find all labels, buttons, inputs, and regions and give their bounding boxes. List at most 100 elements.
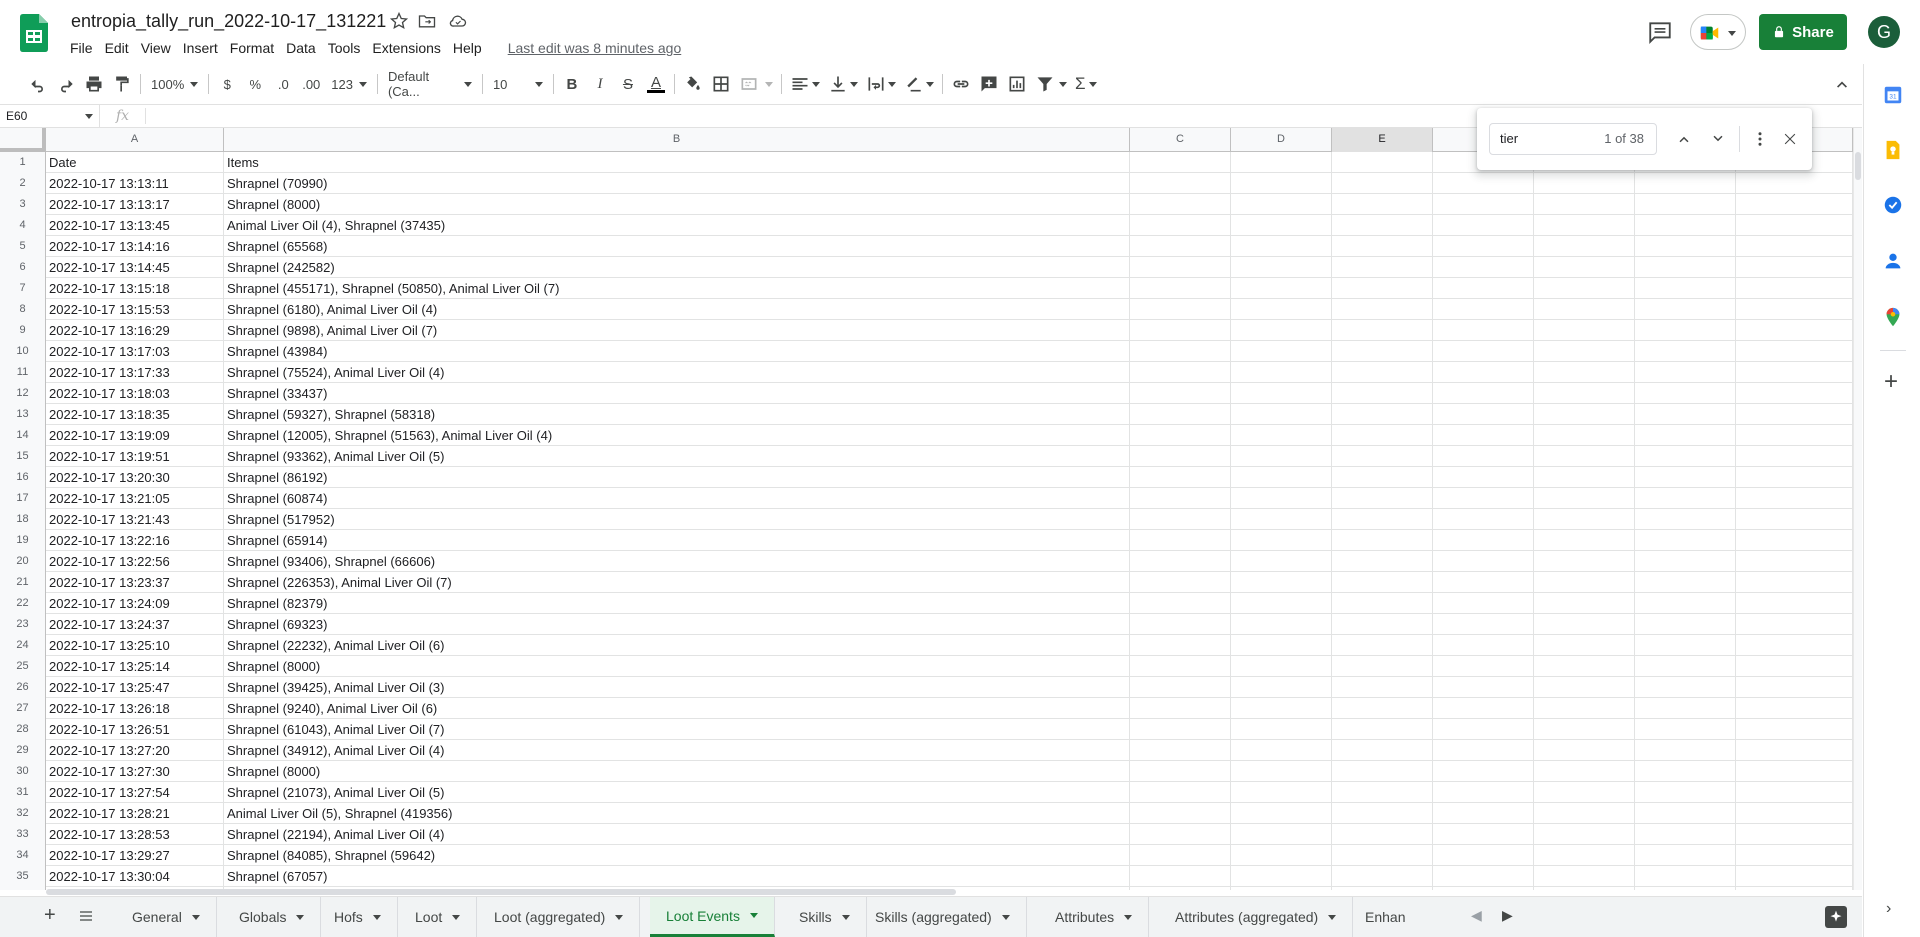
fill-color-button[interactable] [679, 70, 707, 98]
scroll-tabs-right-button[interactable]: ▶ [1502, 907, 1513, 924]
cell-date[interactable]: 2022-10-17 13:29:27 [46, 845, 224, 866]
cell-date[interactable]: 2022-10-17 13:16:29 [46, 320, 224, 341]
cell-items[interactable]: Shrapnel (39425), Animal Liver Oil (3) [224, 677, 1130, 698]
get-addons-button[interactable]: + [1884, 370, 1898, 394]
horizontal-scroll-thumb[interactable] [46, 889, 956, 895]
chevron-down-icon[interactable] [296, 914, 305, 920]
row-header[interactable]: 11 [0, 362, 46, 383]
borders-button[interactable] [707, 70, 735, 98]
column-header-a[interactable]: A [46, 128, 224, 152]
contacts-icon[interactable] [1882, 250, 1904, 272]
cell-date[interactable]: 2022-10-17 13:24:37 [46, 614, 224, 635]
chevron-down-icon[interactable] [1124, 914, 1133, 920]
cell-items[interactable]: Shrapnel (8000) [224, 656, 1130, 677]
cell-date[interactable]: 2022-10-17 13:25:14 [46, 656, 224, 677]
row-header[interactable]: 5 [0, 236, 46, 257]
find-input[interactable]: tier 1 of 38 [1489, 123, 1657, 155]
horizontal-align-button[interactable] [786, 70, 824, 98]
cell-date[interactable]: 2022-10-17 13:22:56 [46, 551, 224, 572]
cell-date[interactable]: 2022-10-17 13:17:03 [46, 341, 224, 362]
functions-button[interactable]: Σ [1071, 70, 1102, 98]
tasks-icon[interactable] [1882, 194, 1904, 216]
insert-comment-button[interactable] [975, 70, 1003, 98]
cell-date[interactable]: 2022-10-17 13:20:30 [46, 467, 224, 488]
row-header[interactable]: 6 [0, 257, 46, 278]
sheet-tab-attributes-aggregated[interactable]: Attributes (aggregated) [1159, 897, 1354, 937]
cell-items[interactable]: Shrapnel (61043), Animal Liver Oil (7) [224, 719, 1130, 740]
cell-items[interactable]: Shrapnel (242582) [224, 257, 1130, 278]
row-header[interactable]: 10 [0, 341, 46, 362]
menu-tools[interactable]: Tools [322, 38, 367, 60]
cell-items[interactable]: Shrapnel (65568) [224, 236, 1130, 257]
cell-items[interactable]: Items [224, 152, 1130, 173]
scroll-tabs-left-button[interactable]: ◀ [1471, 907, 1482, 924]
cell-items[interactable]: Animal Liver Oil (4), Shrapnel (37435) [224, 215, 1130, 236]
chevron-down-icon[interactable] [749, 913, 758, 918]
row-header[interactable]: 32 [0, 803, 46, 824]
cell-date[interactable]: 2022-10-17 13:19:51 [46, 446, 224, 467]
row-header[interactable]: 12 [0, 383, 46, 404]
last-edit-link[interactable]: Last edit was 8 minutes ago [502, 38, 688, 60]
comments-icon[interactable] [1647, 19, 1673, 45]
cell-items[interactable]: Shrapnel (70990) [224, 173, 1130, 194]
cell-date[interactable]: 2022-10-17 13:13:17 [46, 194, 224, 215]
cell-date[interactable]: 2022-10-17 13:21:05 [46, 488, 224, 509]
account-avatar[interactable]: G [1868, 16, 1900, 48]
select-all-corner[interactable] [0, 128, 46, 152]
sheet-tab-globals[interactable]: Globals [223, 897, 322, 937]
increase-decimal-button[interactable]: .00 [297, 70, 325, 98]
find-more-options-button[interactable] [1748, 127, 1772, 151]
percent-format-button[interactable]: % [241, 70, 269, 98]
sheets-logo-icon[interactable] [20, 14, 48, 52]
row-header[interactable]: 13 [0, 404, 46, 425]
cell-items[interactable]: Shrapnel (86192) [224, 467, 1130, 488]
move-folder-icon[interactable] [417, 11, 437, 31]
text-rotation-button[interactable] [900, 70, 938, 98]
chevron-down-icon[interactable] [615, 914, 624, 920]
font-size-select[interactable]: 10 [487, 70, 549, 98]
chevron-down-icon[interactable] [1328, 914, 1337, 920]
row-header[interactable]: 7 [0, 278, 46, 299]
column-header-c[interactable]: C [1130, 128, 1231, 152]
currency-format-button[interactable]: $ [213, 70, 241, 98]
calendar-icon[interactable]: 31 [1882, 84, 1904, 106]
text-color-button[interactable]: A [642, 70, 670, 98]
horizontal-scrollbar[interactable] [46, 888, 1853, 896]
chevron-down-icon[interactable] [1001, 914, 1010, 920]
find-previous-button[interactable] [1672, 127, 1696, 151]
column-header-e[interactable]: E [1332, 128, 1433, 152]
cell-items[interactable]: Shrapnel (455171), Shrapnel (50850), Ani… [224, 278, 1130, 299]
row-header[interactable]: 1 [0, 152, 46, 173]
cell-date[interactable]: 2022-10-17 13:27:30 [46, 761, 224, 782]
menu-format[interactable]: Format [224, 38, 280, 60]
cell-date[interactable]: 2022-10-17 13:25:10 [46, 635, 224, 656]
cell-date[interactable]: 2022-10-17 13:13:11 [46, 173, 224, 194]
cell-date[interactable]: 2022-10-17 13:19:09 [46, 425, 224, 446]
row-header[interactable]: 36 [0, 887, 46, 890]
cell-items[interactable]: Shrapnel (60874) [224, 488, 1130, 509]
menu-help[interactable]: Help [447, 38, 488, 60]
row-header[interactable]: 25 [0, 656, 46, 677]
cell-date[interactable]: 2022-10-17 13:14:16 [46, 236, 224, 257]
cell-items[interactable]: Shrapnel (82379) [224, 593, 1130, 614]
insert-chart-button[interactable] [1003, 70, 1031, 98]
cell-items[interactable]: Shrapnel (34912), Animal Liver Oil (4) [224, 740, 1130, 761]
cell-items[interactable]: Shrapnel (9240), Animal Liver Oil (6) [224, 698, 1130, 719]
column-header-d[interactable]: D [1231, 128, 1332, 152]
sheet-tab-skills-aggregated[interactable]: Skills (aggregated) [859, 897, 1027, 937]
row-header[interactable]: 9 [0, 320, 46, 341]
filter-button[interactable] [1031, 70, 1071, 98]
row-header[interactable]: 15 [0, 446, 46, 467]
keep-icon[interactable] [1882, 139, 1904, 161]
print-button[interactable] [80, 70, 108, 98]
sheet-tab-loot-aggregated[interactable]: Loot (aggregated) [478, 897, 641, 937]
more-formats-select[interactable]: 123 [325, 70, 373, 98]
row-header[interactable]: 35 [0, 866, 46, 887]
add-sheet-button[interactable]: + [44, 905, 64, 925]
row-header[interactable]: 24 [0, 635, 46, 656]
cell-date[interactable]: 2022-10-17 13:15:53 [46, 299, 224, 320]
row-header[interactable]: 14 [0, 425, 46, 446]
cell-items[interactable]: Animal Liver Oil (5), Shrapnel (419356) [224, 803, 1130, 824]
cell-items[interactable]: Shrapnel (65914) [224, 530, 1130, 551]
undo-button[interactable] [24, 70, 52, 98]
